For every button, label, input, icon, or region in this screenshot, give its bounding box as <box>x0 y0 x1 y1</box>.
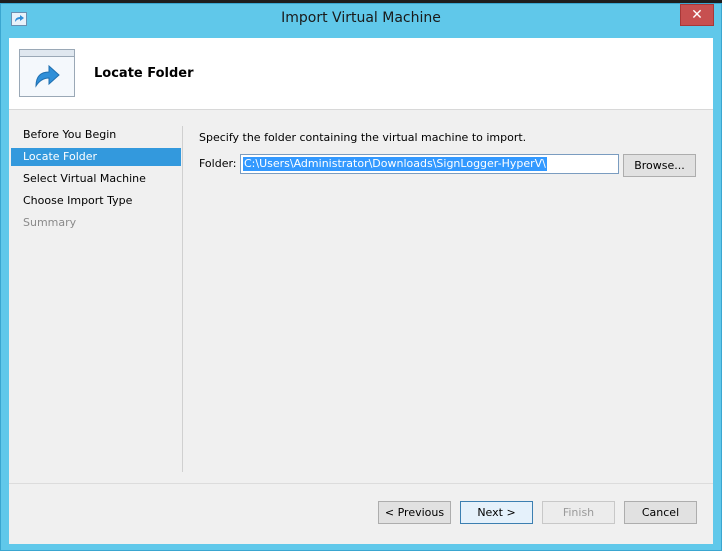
wizard-header: Locate Folder <box>9 38 713 110</box>
nav-item-locate-folder[interactable]: Locate Folder <box>11 148 181 166</box>
finish-button: Finish <box>542 501 615 524</box>
previous-button[interactable]: < Previous <box>378 501 451 524</box>
nav-divider <box>182 126 183 472</box>
footer-divider <box>9 483 713 484</box>
nav-item-select-virtual-machine[interactable]: Select Virtual Machine <box>11 170 181 188</box>
folder-label: Folder: <box>199 157 237 170</box>
cancel-button[interactable]: Cancel <box>624 501 697 524</box>
window-title: Import Virtual Machine <box>281 10 441 26</box>
nav-item-before-you-begin[interactable]: Before You Begin <box>11 126 181 144</box>
title-bar[interactable]: Import Virtual Machine ✕ <box>1 4 721 38</box>
forward-arrow-icon <box>19 49 75 97</box>
close-button[interactable]: ✕ <box>680 4 714 26</box>
folder-input-value[interactable]: C:\Users\Administrator\Downloads\SignLog… <box>243 157 547 171</box>
folder-input[interactable]: C:\Users\Administrator\Downloads\SignLog… <box>240 154 619 174</box>
next-button[interactable]: Next > <box>460 501 533 524</box>
import-vm-window: Import Virtual Machine ✕ Locate Folder B… <box>0 3 722 551</box>
instruction-text: Specify the folder containing the virtua… <box>199 131 527 144</box>
page-title: Locate Folder <box>94 66 194 81</box>
wizard-body: Locate Folder Before You Begin Locate Fo… <box>9 38 713 544</box>
nav-item-summary: Summary <box>23 216 77 229</box>
browse-button[interactable]: Browse... <box>623 154 696 177</box>
wizard-steps-nav: Before You Begin Locate Folder Select Vi… <box>9 110 183 472</box>
nav-item-choose-import-type[interactable]: Choose Import Type <box>11 192 181 210</box>
